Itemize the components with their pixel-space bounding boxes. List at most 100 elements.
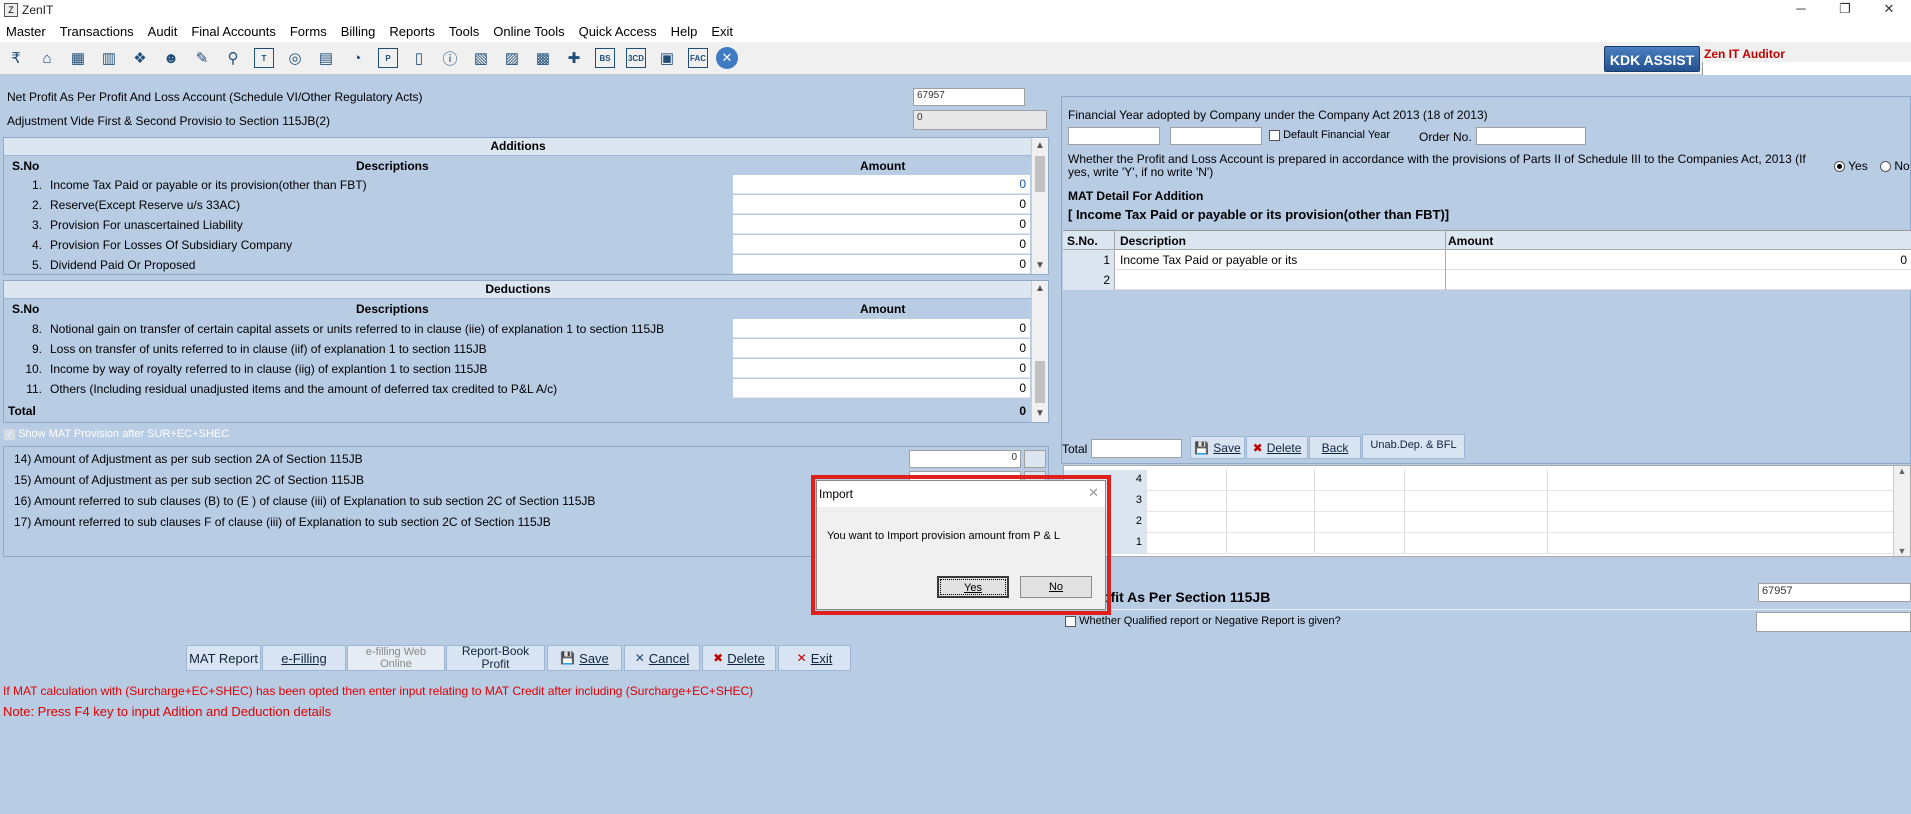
- add-document-icon[interactable]: ✚: [561, 45, 587, 71]
- gift-icon[interactable]: ❖: [127, 45, 153, 71]
- radio-selected-icon[interactable]: [1834, 161, 1845, 173]
- menu-transactions[interactable]: Transactions: [60, 24, 134, 39]
- row-amount[interactable]: 0: [733, 319, 1030, 338]
- 3cd-icon[interactable]: 3CD: [626, 48, 646, 68]
- qualified-report-input[interactable]: [1756, 612, 1911, 632]
- info-icon[interactable]: ⓘ: [437, 45, 463, 71]
- fy-from-input[interactable]: [1068, 127, 1160, 145]
- tax-icon[interactable]: T: [254, 48, 274, 68]
- users-icon[interactable]: ☻: [158, 45, 184, 71]
- row-description[interactable]: [1116, 270, 1446, 290]
- profit-115jb-input[interactable]: 67957: [1758, 583, 1911, 602]
- default-fy-checkbox[interactable]: Default Financial Year: [1269, 129, 1390, 141]
- row-amount[interactable]: 0: [733, 175, 1030, 194]
- fy-to-input[interactable]: [1170, 127, 1262, 145]
- mat-report-button[interactable]: MAT Report: [186, 645, 261, 671]
- menu-audit[interactable]: Audit: [148, 24, 178, 39]
- save-button[interactable]: 💾 Save: [547, 645, 622, 671]
- row-amount[interactable]: 0: [733, 195, 1030, 214]
- adjustment-side-field[interactable]: [1024, 450, 1046, 468]
- deductions-scrollbar[interactable]: ▲ ▼: [1031, 281, 1048, 422]
- menu-help[interactable]: Help: [671, 24, 698, 39]
- menu-exit[interactable]: Exit: [711, 24, 733, 39]
- scroll-up-icon[interactable]: ▲: [1894, 466, 1910, 476]
- additions-scrollbar[interactable]: ▲ ▼: [1031, 138, 1048, 274]
- menu-master[interactable]: Master: [6, 24, 46, 39]
- bs-icon[interactable]: BS: [595, 48, 615, 68]
- table-row[interactable]: 2: [1063, 270, 1911, 290]
- bar-chart-icon[interactable]: ▥: [96, 45, 122, 71]
- dialog-no-button[interactable]: No: [1020, 576, 1092, 598]
- row-amount[interactable]: 0: [733, 339, 1030, 358]
- scroll-down-icon[interactable]: ▼: [1032, 406, 1048, 422]
- row-amount[interactable]: 0: [733, 235, 1030, 254]
- order-no-input[interactable]: [1476, 127, 1586, 145]
- disc-icon[interactable]: ◎: [282, 45, 308, 71]
- window-close-button[interactable]: ✕: [1867, 0, 1911, 20]
- menu-tools[interactable]: Tools: [449, 24, 479, 39]
- menu-forms[interactable]: Forms: [290, 24, 327, 39]
- pie-chart-icon[interactable]: ◔: [344, 45, 370, 71]
- minimize-button[interactable]: ─: [1779, 0, 1823, 20]
- yes-radio[interactable]: Yes: [1834, 159, 1868, 173]
- efilling-button[interactable]: e-Filling: [262, 645, 346, 671]
- restore-button[interactable]: ❐: [1823, 0, 1867, 20]
- table-row[interactable]: 2: [1064, 512, 1894, 533]
- row-amount[interactable]: 0: [1900, 253, 1907, 267]
- unab-dep-bfl-button[interactable]: Unab.Dep. & BFL: [1362, 434, 1465, 459]
- delete-button[interactable]: ✖ Delete: [702, 645, 776, 671]
- menu-billing[interactable]: Billing: [341, 24, 376, 39]
- row-amount[interactable]: 0: [733, 379, 1030, 398]
- ledger-icon[interactable]: ▣: [654, 45, 680, 71]
- table-row[interactable]: 4: [1064, 470, 1894, 491]
- scroll-up-icon[interactable]: ▲: [1032, 281, 1048, 297]
- adjustment-input[interactable]: 0: [909, 450, 1021, 468]
- kdk-assist-button[interactable]: KDK ASSIST: [1604, 46, 1700, 72]
- checkbox-icon[interactable]: ✓: [4, 428, 15, 440]
- menu-online-tools[interactable]: Online Tools: [493, 24, 564, 39]
- book-icon[interactable]: ▯: [406, 45, 432, 71]
- menu-quick-access[interactable]: Quick Access: [579, 24, 657, 39]
- show-mat-provision-checkbox[interactable]: ✓ Show MAT Provision after SUR+EC+SHEC: [4, 428, 229, 440]
- mat-delete-button[interactable]: ✖ Delete: [1246, 436, 1308, 459]
- scroll-thumb[interactable]: [1035, 156, 1045, 192]
- no-radio[interactable]: No: [1880, 159, 1910, 173]
- checkbox-icon[interactable]: [1065, 615, 1076, 627]
- exit-button[interactable]: ✕ Exit: [778, 645, 851, 671]
- table-row[interactable]: 1 Income Tax Paid or payable or its 0: [1063, 250, 1911, 270]
- filter-icon[interactable]: ⚲: [220, 45, 246, 71]
- row-description[interactable]: Income Tax Paid or payable or its: [1116, 250, 1446, 270]
- scroll-down-icon[interactable]: ▼: [1032, 258, 1048, 274]
- fac-icon[interactable]: FAC: [688, 48, 708, 68]
- calendar-icon[interactable]: ▩: [530, 45, 556, 71]
- form-icon[interactable]: ▨: [499, 45, 525, 71]
- lower-grid-scrollbar[interactable]: ▲ ▼: [1893, 466, 1910, 556]
- pin-icon[interactable]: ✎: [189, 45, 215, 71]
- row-amount[interactable]: 0: [733, 215, 1030, 234]
- calculator-icon[interactable]: ▤: [313, 45, 339, 71]
- row-amount[interactable]: 0: [733, 255, 1030, 274]
- scroll-down-icon[interactable]: ▼: [1894, 546, 1910, 556]
- row-amount[interactable]: 0: [733, 359, 1030, 378]
- close-circle-icon[interactable]: ✕: [716, 47, 738, 69]
- cancel-button[interactable]: ✕ Cancel: [624, 645, 700, 671]
- radio-icon[interactable]: [1880, 161, 1891, 173]
- dialog-close-icon[interactable]: ✕: [1088, 485, 1099, 501]
- efilling-web-online-button[interactable]: e-filling Web Online: [347, 645, 445, 671]
- report-book-profit-button[interactable]: Report-Book Profit: [446, 645, 545, 671]
- qualified-report-checkbox[interactable]: Whether Qualified report or Negative Rep…: [1065, 615, 1341, 627]
- mat-total-input[interactable]: [1091, 439, 1182, 458]
- table-row[interactable]: 3: [1064, 491, 1894, 512]
- home-icon[interactable]: ⌂: [34, 45, 60, 71]
- menu-final-accounts[interactable]: Final Accounts: [191, 24, 276, 39]
- net-profit-input[interactable]: 67957: [913, 88, 1025, 106]
- pay-icon[interactable]: P: [378, 48, 398, 68]
- report-icon[interactable]: ▧: [468, 45, 494, 71]
- scroll-thumb[interactable]: [1035, 361, 1045, 403]
- table-row[interactable]: 1: [1064, 533, 1894, 554]
- checkbox-icon[interactable]: [1269, 129, 1280, 141]
- mat-back-button[interactable]: Back: [1309, 436, 1361, 459]
- building-icon[interactable]: ▦: [65, 45, 91, 71]
- dialog-yes-button[interactable]: Yes: [937, 576, 1009, 598]
- menu-reports[interactable]: Reports: [389, 24, 435, 39]
